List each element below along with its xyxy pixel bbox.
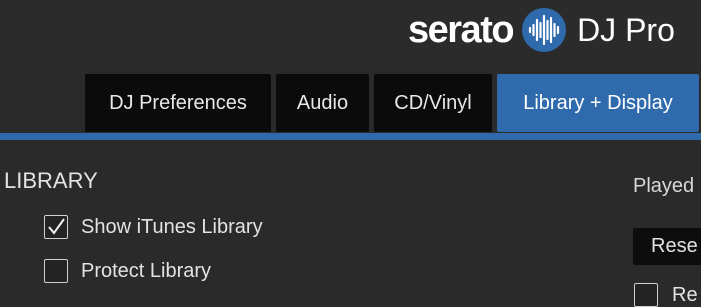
active-tab-underline (0, 133, 701, 140)
brand: serato DJ Pro (408, 4, 675, 56)
show-itunes-library-label: Show iTunes Library (81, 216, 263, 238)
right-panel-checkbox[interactable] (634, 283, 658, 307)
preferences-tab-bar: DJ Preferences Audio CD/Vinyl Library + … (0, 65, 701, 133)
right-panel-checkbox-label: Re (672, 284, 698, 306)
show-itunes-library-checkbox[interactable] (44, 215, 68, 239)
app-header: serato DJ Pro (0, 0, 701, 66)
tab-library-display[interactable]: Library + Display (497, 74, 699, 132)
serato-waveform-logo-icon (521, 7, 567, 53)
protect-library-checkbox[interactable] (44, 259, 68, 283)
brand-wordmark: serato (408, 8, 515, 51)
tab-cd-vinyl[interactable]: CD/Vinyl (374, 74, 492, 132)
product-name: DJ Pro (577, 11, 675, 48)
checkmark-icon (48, 218, 65, 235)
tab-audio[interactable]: Audio (276, 74, 369, 132)
tab-dj-preferences[interactable]: DJ Preferences (85, 74, 271, 132)
protect-library-label: Protect Library (81, 260, 212, 282)
reset-button-label: Rese (651, 235, 698, 257)
reset-button[interactable]: Rese (633, 228, 701, 265)
played-label: Played (633, 175, 695, 197)
library-section-title: LIBRARY (4, 168, 98, 193)
